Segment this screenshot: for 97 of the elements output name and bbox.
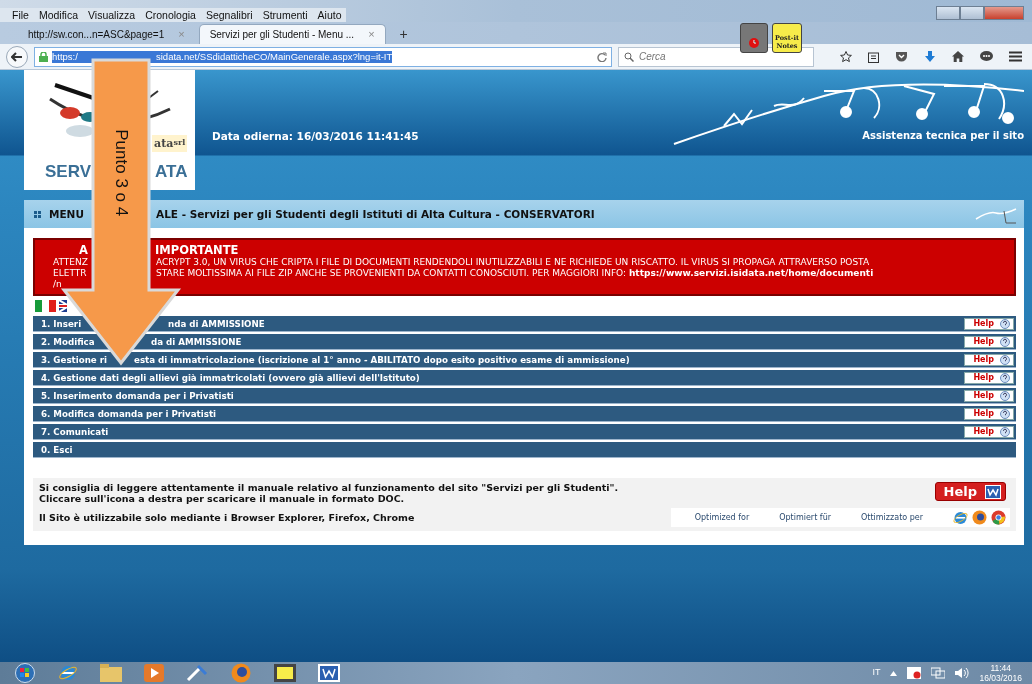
help-icon [1000,372,1010,383]
menu-item[interactable]: Cronologia [139,8,200,22]
browser-globe-icon[interactable] [58,664,78,682]
manual-note: Cliccare sull'icona a destra per scaricare il manuale in formato DOC. [39,493,406,504]
manual-note: Si consiglia di leggere attentamente il manuale relativo al funzionamento del sito "Servizi per gli Studenti". [39,482,619,493]
help-button[interactable]: Help [964,407,1014,420]
browser-tab[interactable]: Servizi per gli Studenti - Menu ... × [198,24,386,44]
alert-text: STARE MOLTISSIMA AI FILE ZIP ANCHE SE PROVENIENTI DA CONTATTI CONOSCIUTI. PER MAGGIORI INFO: https://www.servizi.isidata.net/home/documenti [156,268,874,279]
menu-title: MENU [49,208,84,220]
media-player-icon[interactable] [144,664,164,682]
menu-item-link[interactable]: 5. Inserimento domanda per i Privatisti [41,390,234,401]
menu-item-link[interactable]: esta di immatricolazione (iscrizione al 1° anno - ABILITATO dopo esito positivo esame di ammissione) [134,354,630,365]
home-icon[interactable] [952,51,964,62]
logo-superscript: srl [173,136,186,149]
clock-date[interactable]: 16/03/2016 [979,673,1022,683]
address-bar[interactable]: https:/ sidata.net/SSdidatticheCO/MainGenerale.aspx?lng=it-IT [34,46,612,67]
menu-item[interactable]: Modifica [32,8,83,22]
date-text: Data odierna: 16/03/2016 11:41:45 [212,130,419,142]
word-document-icon [985,484,1001,499]
browsers-note: Il Sito è utilizzabile solo mediante i Browser Explorer, Firefox, Chrome [39,512,415,523]
help-icon [1000,354,1010,365]
menu-item-link[interactable]: 7. Comunicati [41,426,109,437]
alert-text: ELETTR [53,268,87,279]
firefox-icon[interactable] [230,663,252,683]
menu-item[interactable]: Strumenti [256,8,312,22]
clipboard-icon[interactable] [868,50,879,63]
help-manual-button[interactable]: Help [934,482,1006,501]
start-button-icon[interactable] [14,663,36,683]
search-icon [624,51,634,62]
alert-text: /n [53,279,62,290]
help-button[interactable]: Help [964,389,1014,402]
menu-item[interactable]: Segnalibri [199,8,257,22]
tab-close-button[interactable]: × [368,26,375,43]
url-text: sidata.net/SSdidatticheCO/MainGenerale.aspx?lng=it-IT [156,50,393,63]
help-button[interactable]: Help [964,317,1014,330]
help-icon [1000,408,1010,419]
menu-item-link[interactable]: da di AMMISSIONE [151,336,242,347]
maximize-button[interactable] [960,6,984,20]
help-button[interactable]: Help [964,371,1014,384]
alert-title: A [79,243,88,257]
menu-item-link[interactable]: 0. Esci [41,444,73,455]
sticky-note-icon[interactable] [274,664,296,682]
flag-alert-icon[interactable] [907,667,922,679]
alert-title: IMPORTANTE [155,243,239,257]
help-icon [1000,426,1010,437]
star-icon[interactable] [840,50,852,63]
pocket-icon[interactable] [895,51,908,62]
back-button[interactable] [6,45,28,68]
firefox-logo-icon [972,510,987,525]
alert-text: ATTENZ [53,257,88,268]
alarm-widget[interactable] [740,23,768,53]
support-link[interactable]: Assistenza tecnica per il sito [862,130,1024,141]
lock-icon [39,51,48,62]
clock-time[interactable]: 11:44 [979,663,1022,673]
help-button[interactable]: Help [964,353,1014,366]
tray-expand-icon[interactable] [890,670,898,676]
optimized-label: Optimiert für [779,513,831,522]
help-icon [1000,390,1010,401]
logo-mark: ata [154,136,174,150]
help-button[interactable]: Help [964,335,1014,348]
annotation-label: Punto 3 o 4 [110,128,132,219]
uk-flag-icon[interactable] [59,300,67,312]
minimize-button[interactable] [936,6,960,20]
network-icon[interactable] [931,667,946,679]
alarm-clock-icon [747,37,761,49]
close-button[interactable] [984,6,1024,20]
menu-item[interactable]: File [0,8,33,22]
menu-item-link[interactable]: 4. Gestione dati degli allievi già immatricolati (ovvero già allievi dell'Istituto) [41,372,420,383]
new-tab-button[interactable]: + [389,24,418,44]
help-button[interactable]: Help [964,425,1014,438]
download-icon[interactable] [924,50,936,63]
tab-title: Servizi per gli Studenti - Menu ... [209,28,355,42]
tab-title: http://sw.con...n=ASC&page=1 [28,27,165,42]
alert-text: ACRYPT 3.0, UN VIRUS CHE CRIPTA I FILE DI DOCUMENTI RENDENDOLI INUTILIZZABILI E NE RICHIEDE UN RISCATTO. IL VIRUS SI PROPAGA ATTRAVERSO POSTA [156,257,870,268]
chat-icon[interactable] [980,51,993,62]
italy-flag-icon[interactable] [35,300,56,312]
menu-title: ALE - Servizi per gli Studenti degli Istituti di Alta Cultura - CONSERVATORI [156,208,595,220]
menu-item-link[interactable]: 6. Modifica domanda per i Privatisti [41,408,217,419]
help-icon [1000,318,1010,329]
menu-item[interactable]: Visualizza [82,8,140,22]
reload-icon[interactable] [597,52,607,63]
logo-text: ATA [155,162,188,182]
url-text: https:/ [52,50,78,63]
optimized-label: Optimized for [694,513,750,522]
browser-tab[interactable]: http://sw.con...n=ASC&page=1 × [18,24,195,44]
logo-text: SERV [45,162,91,182]
back-arrow-icon [11,51,23,62]
menu-item-link[interactable]: nda di AMMISSIONE [168,318,265,329]
word-icon[interactable] [318,664,340,682]
speaker-icon[interactable] [955,667,970,679]
tools-icon[interactable] [186,664,208,682]
help-icon [1000,336,1010,347]
folder-icon[interactable] [100,664,122,682]
menu-icon[interactable] [1009,51,1022,62]
menu-item[interactable]: Aiuto [311,8,346,22]
grid-icon [34,210,41,218]
optimized-label: Ottimizzato per [861,513,923,522]
